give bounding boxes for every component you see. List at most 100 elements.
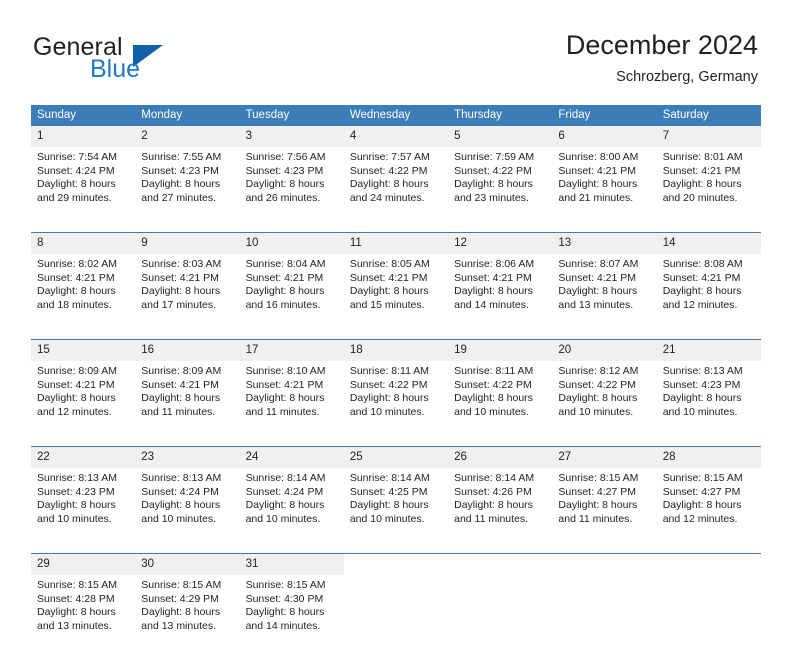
daylight-text-line1: Daylight: 8 hours (246, 178, 340, 192)
calendar-day-cell[interactable]: 17 Sunrise: 8:10 AM Sunset: 4:21 PM Dayl… (240, 340, 344, 447)
day-number: 17 (240, 340, 344, 361)
day-number: 22 (31, 447, 135, 468)
weekday-header-wednesday: Wednesday (344, 105, 448, 126)
day-details: Sunrise: 8:09 AM Sunset: 4:21 PM Dayligh… (135, 361, 239, 446)
sunrise-text: Sunrise: 7:54 AM (37, 151, 131, 165)
day-details (448, 575, 552, 655)
calendar-day-cell[interactable]: 23 Sunrise: 8:13 AM Sunset: 4:24 PM Dayl… (135, 447, 239, 554)
daylight-text-line1: Daylight: 8 hours (663, 178, 757, 192)
daylight-text-line2: and 20 minutes. (663, 192, 757, 206)
calendar-week-row: 29 Sunrise: 8:15 AM Sunset: 4:28 PM Dayl… (31, 554, 761, 655)
calendar-day-cell[interactable]: 24 Sunrise: 8:14 AM Sunset: 4:24 PM Dayl… (240, 447, 344, 554)
day-number: 21 (657, 340, 761, 361)
daylight-text-line1: Daylight: 8 hours (141, 499, 235, 513)
calendar-day-cell[interactable]: 25 Sunrise: 8:14 AM Sunset: 4:25 PM Dayl… (344, 447, 448, 554)
general-blue-logo[interactable]: General Blue (33, 33, 223, 83)
calendar-day-cell[interactable]: 16 Sunrise: 8:09 AM Sunset: 4:21 PM Dayl… (135, 340, 239, 447)
day-details: Sunrise: 8:11 AM Sunset: 4:22 PM Dayligh… (344, 361, 448, 446)
sunrise-text: Sunrise: 8:15 AM (246, 579, 340, 593)
day-number: 11 (344, 233, 448, 254)
sunrise-text: Sunrise: 7:57 AM (350, 151, 444, 165)
calendar-day-cell[interactable]: 11 Sunrise: 8:05 AM Sunset: 4:21 PM Dayl… (344, 233, 448, 340)
sunset-text: Sunset: 4:21 PM (663, 272, 757, 286)
day-number: 6 (552, 126, 656, 147)
daylight-text-line1: Daylight: 8 hours (663, 285, 757, 299)
calendar-day-cell[interactable]: 18 Sunrise: 8:11 AM Sunset: 4:22 PM Dayl… (344, 340, 448, 447)
daylight-text-line2: and 11 minutes. (246, 406, 340, 420)
calendar-day-cell[interactable]: 3 Sunrise: 7:56 AM Sunset: 4:23 PM Dayli… (240, 126, 344, 233)
page-header: General Blue December 2024 Schrozberg, G… (0, 0, 792, 100)
calendar-day-cell[interactable]: 9 Sunrise: 8:03 AM Sunset: 4:21 PM Dayli… (135, 233, 239, 340)
sunrise-text: Sunrise: 7:59 AM (454, 151, 548, 165)
sunrise-text: Sunrise: 8:14 AM (246, 472, 340, 486)
sunset-text: Sunset: 4:27 PM (663, 486, 757, 500)
daylight-text-line2: and 21 minutes. (558, 192, 652, 206)
day-details: Sunrise: 8:06 AM Sunset: 4:21 PM Dayligh… (448, 254, 552, 339)
day-details: Sunrise: 8:15 AM Sunset: 4:29 PM Dayligh… (135, 575, 239, 655)
sunset-text: Sunset: 4:21 PM (454, 272, 548, 286)
calendar-page: General Blue December 2024 Schrozberg, G… (0, 0, 792, 612)
sunset-text: Sunset: 4:21 PM (350, 272, 444, 286)
day-number: 1 (31, 126, 135, 147)
calendar-day-cell-empty (448, 554, 552, 655)
daylight-text-line2: and 11 minutes. (141, 406, 235, 420)
sunset-text: Sunset: 4:21 PM (37, 272, 131, 286)
day-details (552, 575, 656, 655)
daylight-text-line2: and 17 minutes. (141, 299, 235, 313)
calendar-day-cell[interactable]: 19 Sunrise: 8:11 AM Sunset: 4:22 PM Dayl… (448, 340, 552, 447)
day-number: 18 (344, 340, 448, 361)
day-number: 15 (31, 340, 135, 361)
day-number: 27 (552, 447, 656, 468)
calendar-day-cell[interactable]: 2 Sunrise: 7:55 AM Sunset: 4:23 PM Dayli… (135, 126, 239, 233)
sunset-text: Sunset: 4:21 PM (37, 379, 131, 393)
calendar-day-cell[interactable]: 20 Sunrise: 8:12 AM Sunset: 4:22 PM Dayl… (552, 340, 656, 447)
calendar-day-cell[interactable]: 31 Sunrise: 8:15 AM Sunset: 4:30 PM Dayl… (240, 554, 344, 655)
calendar-day-cell[interactable]: 1 Sunrise: 7:54 AM Sunset: 4:24 PM Dayli… (31, 126, 135, 233)
sunset-text: Sunset: 4:21 PM (558, 165, 652, 179)
calendar-week-row: 22 Sunrise: 8:13 AM Sunset: 4:23 PM Dayl… (31, 447, 761, 554)
calendar-day-cell-empty (657, 554, 761, 655)
daylight-text-line1: Daylight: 8 hours (141, 606, 235, 620)
daylight-text-line1: Daylight: 8 hours (454, 392, 548, 406)
daylight-text-line2: and 10 minutes. (454, 406, 548, 420)
daylight-text-line1: Daylight: 8 hours (37, 606, 131, 620)
calendar-day-cell[interactable]: 30 Sunrise: 8:15 AM Sunset: 4:29 PM Dayl… (135, 554, 239, 655)
day-number: 8 (31, 233, 135, 254)
calendar-day-cell[interactable]: 12 Sunrise: 8:06 AM Sunset: 4:21 PM Dayl… (448, 233, 552, 340)
calendar-day-cell[interactable]: 22 Sunrise: 8:13 AM Sunset: 4:23 PM Dayl… (31, 447, 135, 554)
calendar-day-cell[interactable]: 27 Sunrise: 8:15 AM Sunset: 4:27 PM Dayl… (552, 447, 656, 554)
calendar-day-cell[interactable]: 26 Sunrise: 8:14 AM Sunset: 4:26 PM Dayl… (448, 447, 552, 554)
daylight-text-line2: and 23 minutes. (454, 192, 548, 206)
daylight-text-line1: Daylight: 8 hours (454, 285, 548, 299)
calendar-day-cell[interactable]: 14 Sunrise: 8:08 AM Sunset: 4:21 PM Dayl… (657, 233, 761, 340)
daylight-text-line1: Daylight: 8 hours (37, 392, 131, 406)
calendar-day-cell[interactable]: 5 Sunrise: 7:59 AM Sunset: 4:22 PM Dayli… (448, 126, 552, 233)
day-details: Sunrise: 7:54 AM Sunset: 4:24 PM Dayligh… (31, 147, 135, 232)
daylight-text-line2: and 24 minutes. (350, 192, 444, 206)
calendar-day-cell[interactable]: 29 Sunrise: 8:15 AM Sunset: 4:28 PM Dayl… (31, 554, 135, 655)
day-number: 10 (240, 233, 344, 254)
day-number: 28 (657, 447, 761, 468)
day-number: 19 (448, 340, 552, 361)
calendar-day-cell[interactable]: 28 Sunrise: 8:15 AM Sunset: 4:27 PM Dayl… (657, 447, 761, 554)
calendar-day-cell[interactable]: 10 Sunrise: 8:04 AM Sunset: 4:21 PM Dayl… (240, 233, 344, 340)
sunset-text: Sunset: 4:23 PM (663, 379, 757, 393)
calendar-day-cell[interactable]: 21 Sunrise: 8:13 AM Sunset: 4:23 PM Dayl… (657, 340, 761, 447)
calendar-day-cell[interactable]: 6 Sunrise: 8:00 AM Sunset: 4:21 PM Dayli… (552, 126, 656, 233)
calendar-day-cell[interactable]: 8 Sunrise: 8:02 AM Sunset: 4:21 PM Dayli… (31, 233, 135, 340)
calendar-day-cell[interactable]: 4 Sunrise: 7:57 AM Sunset: 4:22 PM Dayli… (344, 126, 448, 233)
calendar-day-cell[interactable]: 13 Sunrise: 8:07 AM Sunset: 4:21 PM Dayl… (552, 233, 656, 340)
sunrise-text: Sunrise: 8:09 AM (141, 365, 235, 379)
sunset-text: Sunset: 4:24 PM (37, 165, 131, 179)
daylight-text-line1: Daylight: 8 hours (37, 178, 131, 192)
sunrise-text: Sunrise: 8:11 AM (350, 365, 444, 379)
day-details: Sunrise: 8:01 AM Sunset: 4:21 PM Dayligh… (657, 147, 761, 232)
calendar-day-cell[interactable]: 7 Sunrise: 8:01 AM Sunset: 4:21 PM Dayli… (657, 126, 761, 233)
weekday-header-saturday: Saturday (657, 105, 761, 126)
day-number: 14 (657, 233, 761, 254)
daylight-text-line1: Daylight: 8 hours (558, 499, 652, 513)
day-number: 7 (657, 126, 761, 147)
calendar-day-cell[interactable]: 15 Sunrise: 8:09 AM Sunset: 4:21 PM Dayl… (31, 340, 135, 447)
sunrise-text: Sunrise: 8:03 AM (141, 258, 235, 272)
sunrise-text: Sunrise: 8:15 AM (141, 579, 235, 593)
